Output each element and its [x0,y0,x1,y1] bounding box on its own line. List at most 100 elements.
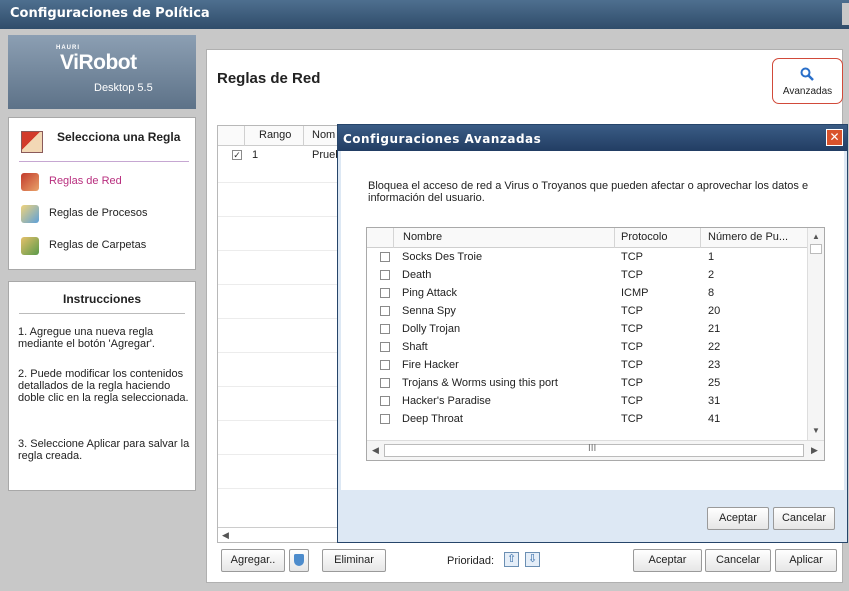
dialog-description: Bloquea el acceso de red a Virus o Troya… [368,180,809,204]
row-checkbox[interactable] [380,396,390,406]
row-protocol: TCP [621,377,643,389]
network-rules-icon [21,173,39,191]
sidebar-item-network-rules[interactable]: Reglas de Red [21,171,193,193]
row-name: Death [402,269,432,281]
table-row[interactable]: Deep Throat TCP 41 [367,411,807,428]
column-header-protocol[interactable]: Protocolo [621,231,667,243]
row-protocol: TCP [621,359,643,371]
column-header-rango[interactable]: Rango [259,129,291,141]
grid-line [218,284,342,285]
instructions-divider [19,313,185,314]
column-header-port[interactable]: Número de Pu... [708,231,788,243]
row-name: Hacker's Paradise [402,395,491,407]
row-name: Shaft [402,341,428,353]
scroll-left-icon[interactable]: ◀ [372,445,379,456]
instruction-step: 1. Agregue una nueva regla mediante el b… [18,326,155,350]
row-checkbox[interactable] [380,360,390,370]
column-header-nombre[interactable]: Nom [312,129,335,141]
scroll-down-icon[interactable]: ▼ [812,426,820,435]
table-row[interactable]: Shaft TCP 22 [367,339,807,356]
row-protocol: TCP [621,395,643,407]
dialog-close-button[interactable]: ✕ [826,129,843,146]
table-row[interactable]: Ping Attack ICMP 8 [367,285,807,302]
scroll-right-icon[interactable]: ▶ [811,445,818,456]
scrollbar-thumb[interactable]: III [384,443,804,457]
grid-line [218,318,342,319]
delete-button[interactable]: Eliminar [322,549,386,572]
add-options-button[interactable] [289,549,309,572]
row-name: Fire Hacker [402,359,459,371]
sidebar-item-folder-rules[interactable]: Reglas de Carpetas [21,235,193,257]
cancel-button[interactable]: Cancelar [705,549,771,572]
table-row[interactable]: ✓ 1 Prueb [218,147,341,163]
row-protocol: TCP [621,305,643,317]
grid-line [218,250,342,251]
table-row[interactable]: Death TCP 2 [367,267,807,284]
row-checkbox[interactable] [380,270,390,280]
priority-up-button[interactable]: ⇧ [504,552,519,567]
scroll-left-icon[interactable]: ◀ [222,530,229,541]
product-logo: HAURI ViRobot Desktop 5.5 [8,35,196,109]
add-button[interactable]: Agregar.. [221,549,285,572]
row-name: Socks Des Troie [402,251,483,263]
trojan-table-hscrollbar[interactable]: ◀ III ▶ [367,440,824,460]
folder-rules-icon [21,237,39,255]
rules-table-hscrollbar[interactable]: ◀ [218,527,342,543]
priority-down-button[interactable]: ⇩ [525,552,540,567]
table-row[interactable]: Fire Hacker TCP 23 [367,357,807,374]
trojan-table-vscrollbar[interactable]: ▲ ▼ [807,228,824,440]
grid-line [218,420,342,421]
logo-name: ViRobot [60,51,137,74]
arrow-down-icon: ⇩ [528,553,538,565]
column-divider [244,126,245,146]
row-checkbox[interactable] [380,342,390,352]
table-row[interactable]: Senna Spy TCP 20 [367,303,807,320]
close-icon: ✕ [829,130,840,144]
row-name: Deep Throat [402,413,463,425]
page-title: Reglas de Red [217,70,321,87]
row-rango: 1 [252,149,259,161]
table-row[interactable]: Socks Des Troie TCP 1 [367,249,807,266]
column-header-name[interactable]: Nombre [403,231,442,243]
arrow-up-icon: ⇧ [507,553,517,565]
accept-button[interactable]: Aceptar [633,549,702,572]
row-checkbox[interactable] [380,252,390,262]
row-checkbox[interactable] [380,288,390,298]
dialog-title: Configuraciones Avanzadas [343,132,542,146]
dialog-accept-button[interactable]: Aceptar [707,507,769,530]
instruction-step: 3. Seleccione Aplicar para salvar la reg… [18,438,190,462]
sidebar-item-label: Reglas de Red [49,175,122,187]
row-checkbox[interactable] [380,324,390,334]
row-protocol: TCP [621,269,643,281]
row-protocol: ICMP [621,287,649,299]
row-port: 31 [708,395,721,407]
sidebar-item-label: Reglas de Procesos [49,207,148,219]
dialog-cancel-button[interactable]: Cancelar [773,507,835,530]
rule-selector-heading: Selecciona una Regla [57,130,181,144]
process-rules-icon [21,205,39,223]
table-row[interactable]: Hacker's Paradise TCP 31 [367,393,807,410]
grid-line [218,216,342,217]
table-row[interactable]: Dolly Trojan TCP 21 [367,321,807,338]
row-checkbox[interactable] [380,378,390,388]
row-name: Senna Spy [402,305,456,317]
row-port: 23 [708,359,721,371]
row-checkbox[interactable]: ✓ [232,150,242,160]
row-protocol: TCP [621,323,643,335]
row-port: 1 [708,251,715,263]
rule-selector-header: Selecciona una Regla [19,128,189,162]
scrollbar-thumb[interactable] [810,244,822,254]
sidebar-item-label: Reglas de Carpetas [49,239,147,251]
row-protocol: TCP [621,413,643,425]
apply-button[interactable]: Aplicar [775,549,837,572]
window-close-button[interactable] [842,3,849,25]
row-port: 2 [708,269,715,281]
row-checkbox[interactable] [380,414,390,424]
scroll-up-icon[interactable]: ▲ [812,232,820,241]
sidebar-item-process-rules[interactable]: Reglas de Procesos [21,203,193,225]
row-checkbox[interactable] [380,306,390,316]
row-port: 21 [708,323,721,335]
table-row[interactable]: Trojans & Worms using this port TCP 25 [367,375,807,392]
column-divider [303,126,304,146]
advanced-button[interactable]: Avanzadas [772,58,843,104]
